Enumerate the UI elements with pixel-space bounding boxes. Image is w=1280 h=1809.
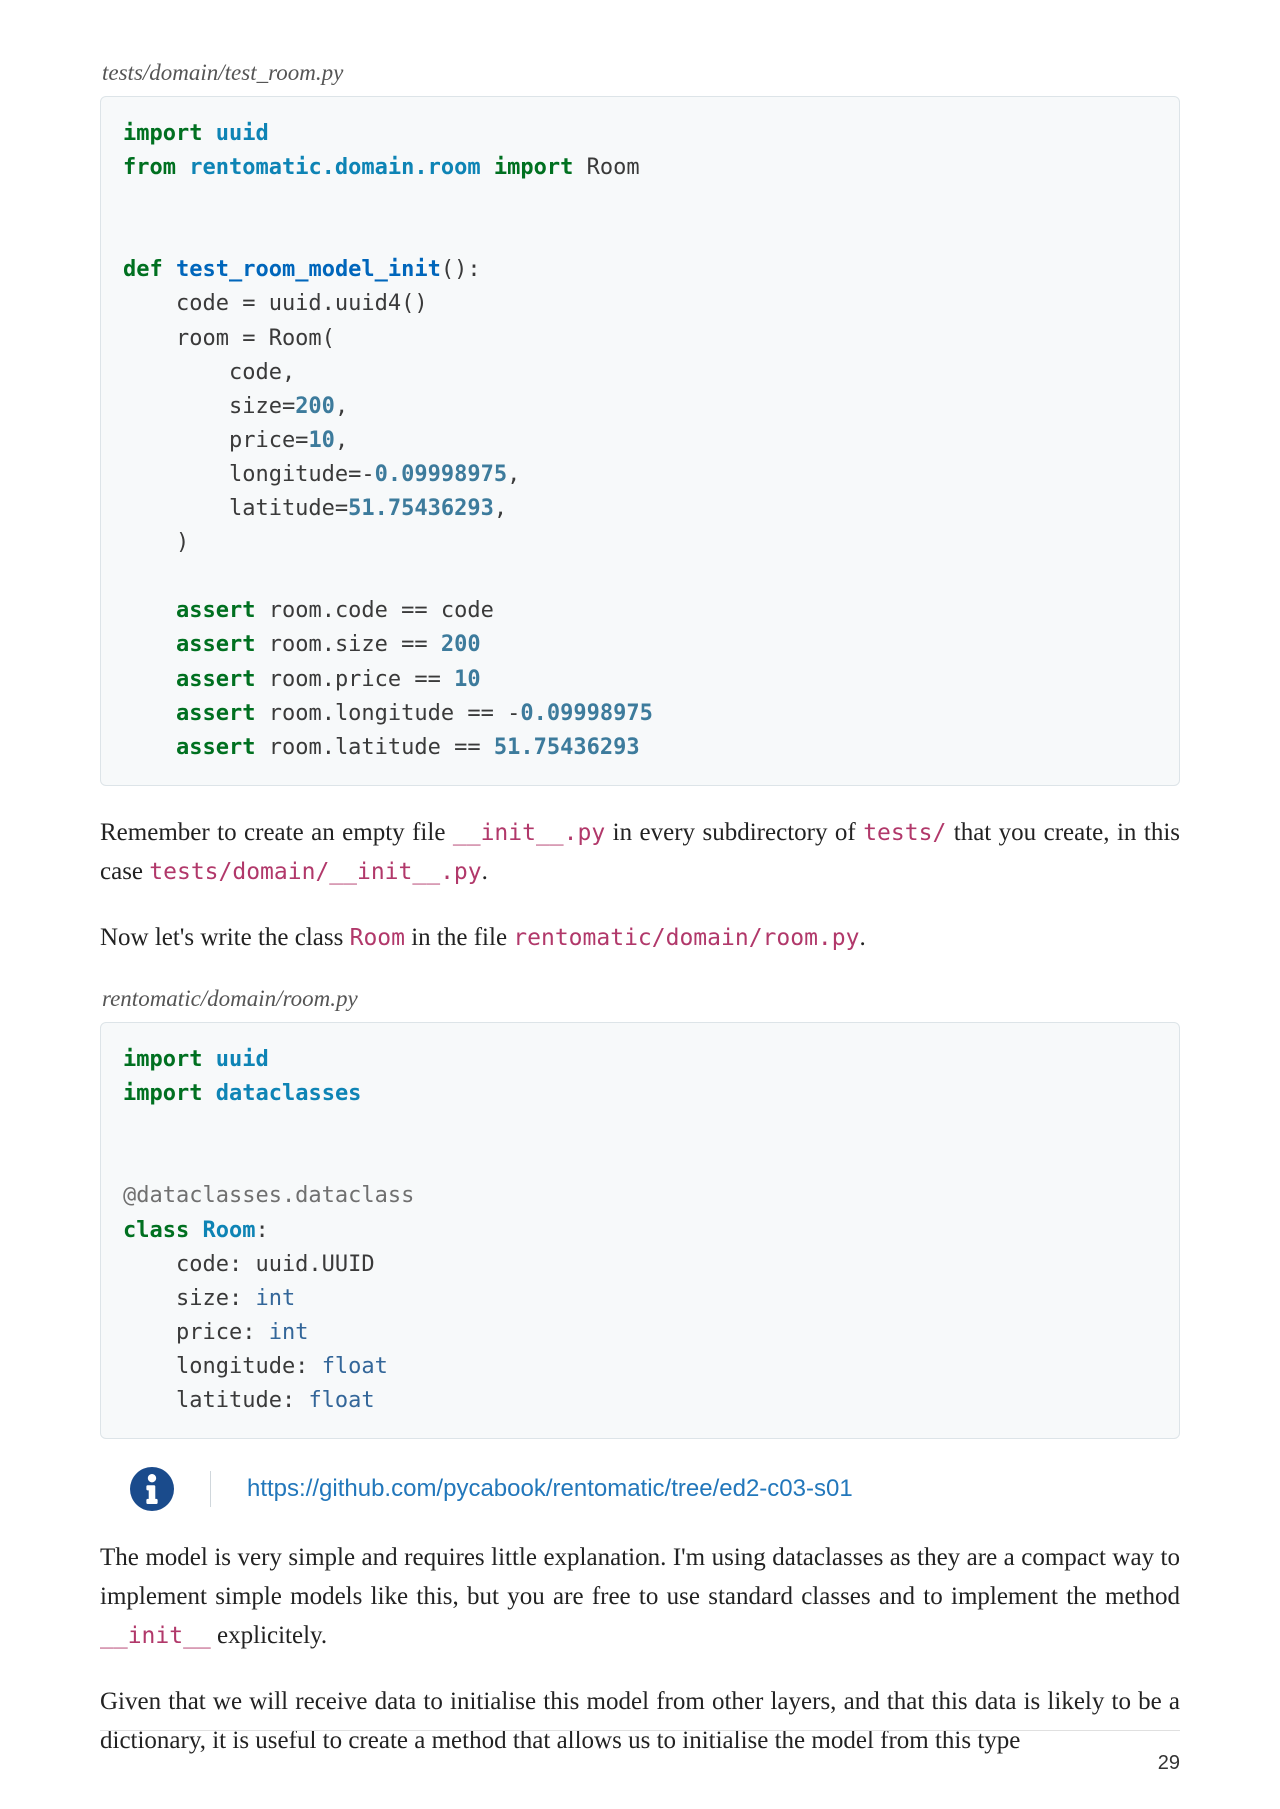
func-name: test_room_model_init bbox=[176, 257, 441, 282]
code-line: size: bbox=[123, 1286, 255, 1311]
page: tests/domain/test_room.py import uuid fr… bbox=[0, 0, 1280, 1809]
inline-code: Room bbox=[350, 925, 405, 951]
paragraph-1: Remember to create an empty file __init_… bbox=[100, 814, 1180, 892]
comma: , bbox=[335, 428, 348, 453]
code-block-2: import uuid import dataclasses @dataclas… bbox=[100, 1022, 1180, 1439]
kw-from: from bbox=[123, 155, 176, 180]
code-line: code, bbox=[123, 360, 295, 385]
text: in every subdirectory of bbox=[605, 819, 863, 846]
code-line: room = Room( bbox=[123, 326, 335, 351]
text: . bbox=[482, 858, 488, 885]
info-link[interactable]: https://github.com/pycabook/rentomatic/t… bbox=[247, 1475, 853, 1503]
code-line: code: uuid.UUID bbox=[123, 1252, 375, 1277]
kw-assert: assert bbox=[176, 667, 255, 692]
module-path: rentomatic.domain.room bbox=[189, 155, 480, 180]
type-float: float bbox=[322, 1354, 388, 1379]
module-dataclasses: dataclasses bbox=[216, 1081, 362, 1106]
type-int: int bbox=[269, 1320, 309, 1345]
paragraph-2: Now let's write the class Room in the fi… bbox=[100, 919, 1180, 958]
inline-code: __init__ bbox=[100, 1623, 211, 1649]
comma: , bbox=[507, 462, 520, 487]
footer-rule bbox=[100, 1730, 1180, 1731]
info-block: https://github.com/pycabook/rentomatic/t… bbox=[130, 1467, 1180, 1511]
text: in the file bbox=[405, 924, 513, 951]
code-line: room.code == code bbox=[255, 598, 493, 623]
num: 51.75436293 bbox=[494, 735, 640, 760]
code-line: latitude: bbox=[123, 1388, 308, 1413]
code-caption-2: rentomatic/domain/room.py bbox=[102, 986, 1180, 1012]
text: Given that we will receive data to initi… bbox=[100, 1688, 1180, 1754]
code-caption-1: tests/domain/test_room.py bbox=[102, 60, 1180, 86]
kw-import: import bbox=[494, 155, 573, 180]
code-line: price: bbox=[123, 1320, 269, 1345]
num: 200 bbox=[295, 394, 335, 419]
text: The model is very simple and requires li… bbox=[100, 1544, 1180, 1610]
num: 51.75436293 bbox=[348, 496, 494, 521]
num: 0.09998975 bbox=[375, 462, 507, 487]
kw-class: class bbox=[123, 1218, 189, 1243]
code-line: room.latitude == bbox=[255, 735, 493, 760]
code-line: room.size == bbox=[255, 632, 440, 657]
code-line: size= bbox=[123, 394, 295, 419]
page-number: 29 bbox=[1158, 1752, 1180, 1775]
comma: , bbox=[494, 496, 507, 521]
kw-assert: assert bbox=[176, 701, 255, 726]
inline-code: rentomatic/domain/room.py bbox=[513, 925, 859, 951]
kw-assert: assert bbox=[176, 735, 255, 760]
text: explicitely. bbox=[211, 1622, 327, 1649]
code-line: longitude: bbox=[123, 1354, 322, 1379]
type-float: float bbox=[308, 1388, 374, 1413]
code-line: latitude= bbox=[123, 496, 348, 521]
kw-def: def bbox=[123, 257, 163, 282]
text: Now let's write the class bbox=[100, 924, 350, 951]
paragraph-4: Given that we will receive data to initi… bbox=[100, 1683, 1180, 1761]
code-line: longitude=- bbox=[123, 462, 375, 487]
class-name: Room bbox=[202, 1218, 255, 1243]
num: 10 bbox=[308, 428, 335, 453]
text: Remember to create an empty file bbox=[100, 819, 453, 846]
code-line: price= bbox=[123, 428, 308, 453]
paragraph-3: The model is very simple and requires li… bbox=[100, 1539, 1180, 1655]
num: 200 bbox=[441, 632, 481, 657]
info-icon bbox=[130, 1467, 174, 1511]
code-line: room.price == bbox=[255, 667, 454, 692]
code-line: code = uuid.uuid4() bbox=[123, 291, 428, 316]
class-room: Room bbox=[587, 155, 640, 180]
kw-import: import bbox=[123, 1081, 202, 1106]
decorator: @dataclasses.dataclass bbox=[123, 1183, 414, 1208]
inline-code: tests/ bbox=[863, 820, 946, 846]
text: . bbox=[859, 924, 865, 951]
divider bbox=[210, 1471, 211, 1507]
type-int: int bbox=[255, 1286, 295, 1311]
inline-code: __init__.py bbox=[453, 820, 605, 846]
inline-code: tests/domain/__init__.py bbox=[149, 859, 481, 885]
kw-import: import bbox=[123, 121, 202, 146]
kw-import: import bbox=[123, 1047, 202, 1072]
num: 10 bbox=[454, 667, 481, 692]
code-line: room.longitude == - bbox=[255, 701, 520, 726]
kw-assert: assert bbox=[176, 632, 255, 657]
paren: (): bbox=[441, 257, 481, 282]
module-uuid: uuid bbox=[216, 121, 269, 146]
code-block-1: import uuid from rentomatic.domain.room … bbox=[100, 96, 1180, 786]
num: 0.09998975 bbox=[520, 701, 652, 726]
comma: , bbox=[335, 394, 348, 419]
code-line: ) bbox=[123, 530, 189, 555]
module-uuid: uuid bbox=[216, 1047, 269, 1072]
kw-assert: assert bbox=[176, 598, 255, 623]
colon: : bbox=[255, 1218, 268, 1243]
